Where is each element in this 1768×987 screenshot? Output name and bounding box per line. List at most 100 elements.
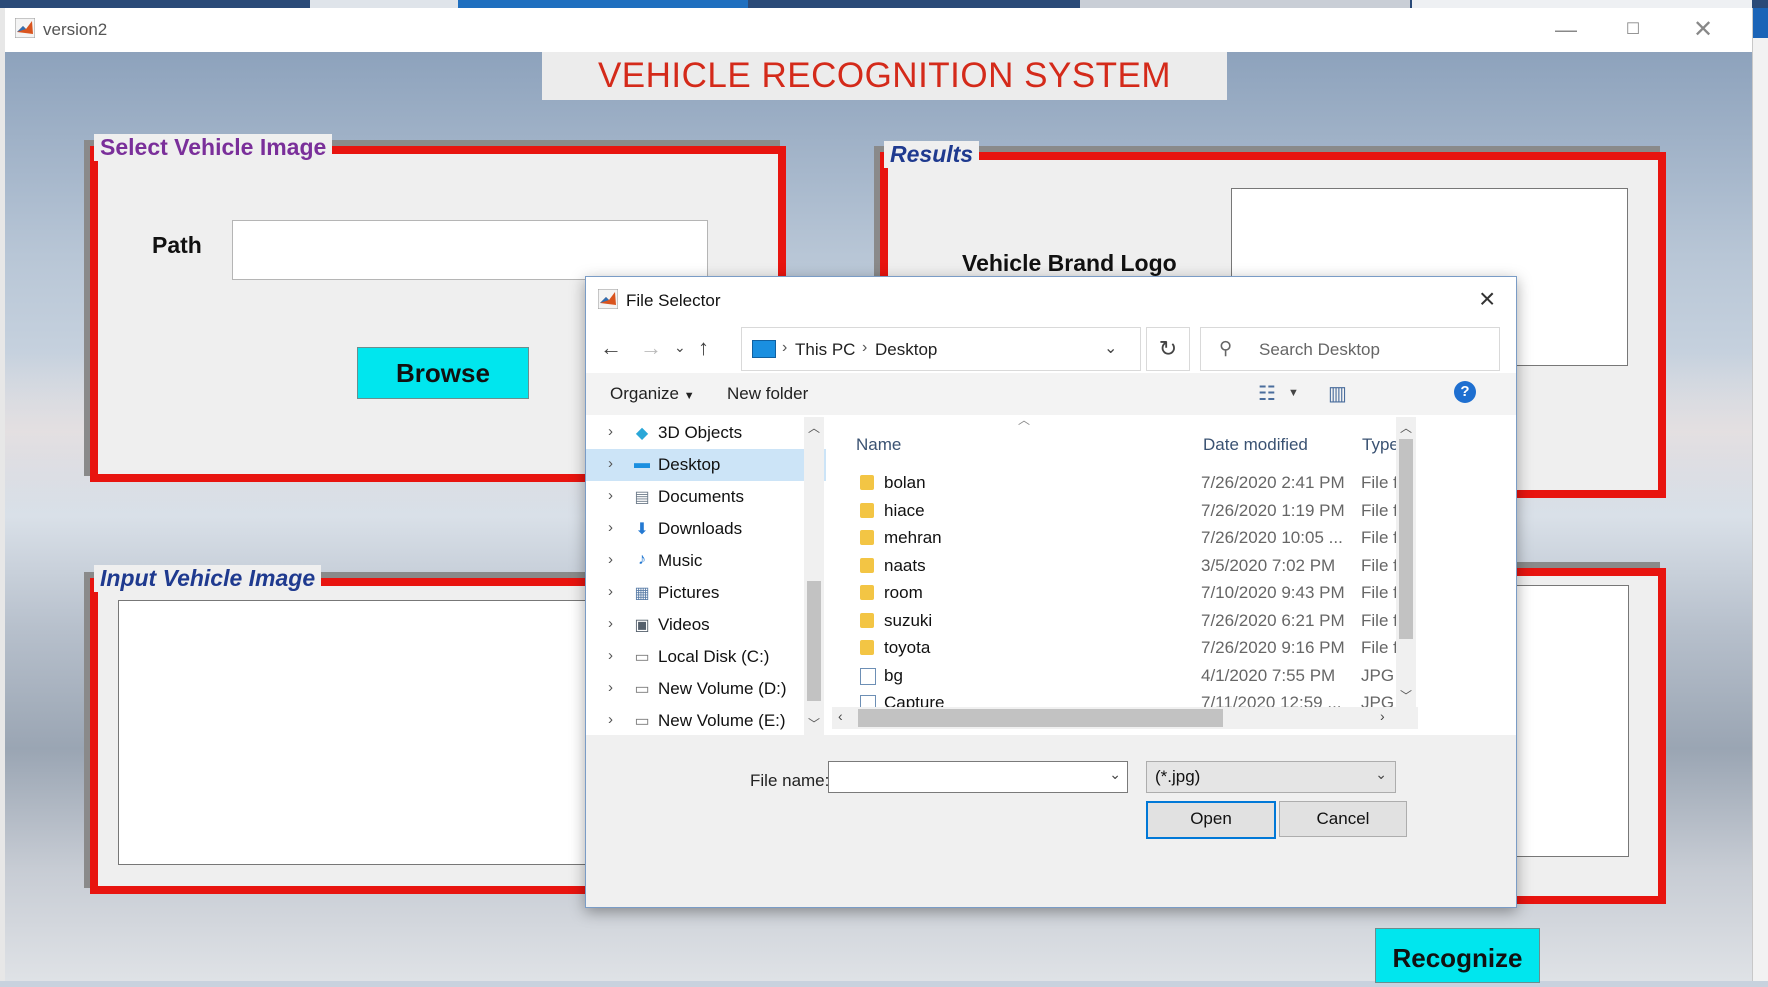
- breadcrumb-this-pc[interactable]: This PC: [795, 340, 855, 360]
- scroll-up-icon[interactable]: ︿: [1400, 419, 1412, 436]
- column-header-name[interactable]: Name: [856, 435, 901, 455]
- scrollbar-thumb[interactable]: [807, 581, 821, 701]
- scroll-down-icon[interactable]: ﹀: [1400, 687, 1412, 704]
- back-arrow-icon[interactable]: ←: [600, 335, 622, 361]
- nav-item-label: New Volume (D:): [658, 679, 787, 698]
- chevron-right-icon[interactable]: ›: [608, 551, 613, 568]
- sort-indicator-icon: ︿: [1018, 413, 1031, 427]
- chevron-right-icon[interactable]: ›: [608, 583, 613, 600]
- search-placeholder: Search Desktop: [1259, 340, 1380, 359]
- scroll-right-icon[interactable]: ›: [1380, 708, 1385, 724]
- minimize-button[interactable]: —: [1551, 16, 1581, 44]
- navigation-scrollbar[interactable]: ︿ ﹀: [804, 417, 824, 739]
- maximize-button[interactable]: ☐: [1618, 16, 1648, 44]
- file-type: File f: [1361, 583, 1398, 602]
- view-options-dropdown-icon[interactable]: ▼: [1288, 387, 1299, 399]
- chevron-right-icon[interactable]: ›: [608, 615, 613, 632]
- file-row[interactable]: bolan 7/26/2020 2:41 PM File f: [832, 469, 1418, 497]
- file-name: bg: [884, 665, 903, 685]
- chevron-right-icon[interactable]: ›: [608, 519, 613, 536]
- nav-item[interactable]: › ▭ Local Disk (C:): [586, 641, 826, 673]
- path-input[interactable]: [232, 220, 708, 280]
- dialog-title: File Selector: [626, 291, 721, 310]
- browse-button[interactable]: Browse: [357, 347, 529, 399]
- file-name: toyota: [884, 638, 931, 657]
- file-selector-dialog: File Selector × ← → ⌄ ↑ › This PC › Desk…: [585, 276, 1517, 908]
- scroll-up-icon[interactable]: ︿: [808, 419, 820, 436]
- file-row[interactable]: bg 4/1/2020 7:55 PM JPG I: [832, 662, 1418, 690]
- nav-item[interactable]: › ▬ Desktop: [586, 449, 826, 481]
- recent-locations-chevron-icon[interactable]: ⌄: [674, 339, 686, 356]
- file-list-scrollbar[interactable]: ︿ ﹀: [1396, 417, 1416, 707]
- column-header-type[interactable]: Type: [1362, 435, 1399, 455]
- nav-item-label: Desktop: [658, 455, 721, 474]
- chevron-right-icon[interactable]: ›: [608, 455, 613, 472]
- close-window-button[interactable]: ✕: [1688, 16, 1718, 44]
- chevron-right-icon[interactable]: ›: [608, 487, 613, 504]
- forward-arrow-icon[interactable]: →: [640, 335, 662, 361]
- file-name: suzuki: [884, 610, 933, 630]
- file-row[interactable]: hiace 7/26/2020 1:19 PM File f: [832, 497, 1418, 525]
- file-row[interactable]: suzuki 7/26/2020 6:21 PM File f: [832, 607, 1418, 635]
- chevron-right-icon[interactable]: ›: [608, 711, 613, 728]
- chevron-right-icon[interactable]: ›: [608, 423, 613, 440]
- view-options-icon[interactable]: ☷: [1258, 381, 1276, 406]
- scrollbar-thumb[interactable]: [1399, 439, 1413, 639]
- dialog-close-button[interactable]: ×: [1479, 283, 1495, 315]
- folder-icon: [860, 475, 874, 490]
- file-row[interactable]: naats 3/5/2020 7:02 PM File f: [832, 552, 1418, 580]
- nav-item[interactable]: › ♪ Music: [586, 545, 826, 577]
- scroll-left-icon[interactable]: ‹: [838, 708, 843, 724]
- chevron-down-icon[interactable]: ⌄: [1109, 766, 1121, 783]
- file-list-horizontal-scrollbar[interactable]: ‹ ›: [832, 707, 1418, 729]
- file-name-input[interactable]: ⌄: [828, 761, 1128, 793]
- nav-item[interactable]: › ◆ 3D Objects: [586, 417, 826, 449]
- nav-item[interactable]: › ▭ New Volume (E:): [586, 705, 826, 737]
- search-input[interactable]: ⚲ Search Desktop: [1200, 327, 1500, 371]
- file-type: File f: [1361, 638, 1398, 657]
- file-type: JPG I: [1361, 665, 1399, 685]
- chevron-right-icon[interactable]: ›: [608, 647, 613, 664]
- file-type: File f: [1361, 610, 1398, 630]
- download-icon: ⬇: [635, 521, 649, 538]
- file-type-select[interactable]: (*.jpg) ⌄: [1146, 761, 1396, 793]
- nav-item[interactable]: › ⬇ Downloads: [586, 513, 826, 545]
- drive-icon: ▭: [634, 713, 650, 730]
- file-row[interactable]: mehran 7/26/2020 10:05 ... File f: [832, 524, 1418, 552]
- nav-item[interactable]: › ▤ Documents: [586, 481, 826, 513]
- folder-icon: [860, 557, 874, 573]
- folder-icon: [860, 530, 874, 545]
- file-date-modified: 7/26/2020 6:21 PM: [1201, 610, 1345, 630]
- results-panel-title: Results: [884, 141, 980, 168]
- file-type: File f: [1361, 555, 1398, 575]
- refresh-button[interactable]: ↻: [1146, 327, 1190, 371]
- navigation-pane: › ◆ 3D Objects › ▬ Desktop › ▤ Documents › ⬇ Downlo…: [586, 417, 826, 737]
- nav-item[interactable]: › ▣ Videos: [586, 609, 826, 641]
- input-image-display: [118, 600, 590, 865]
- file-name: naats: [884, 555, 926, 575]
- chevron-right-icon[interactable]: ›: [608, 679, 613, 696]
- up-arrow-icon[interactable]: ↑: [698, 335, 709, 361]
- cancel-button[interactable]: Cancel: [1279, 801, 1407, 837]
- scrollbar-thumb[interactable]: [858, 709, 1223, 727]
- open-button[interactable]: Open: [1146, 801, 1276, 839]
- help-icon[interactable]: ?: [1454, 381, 1476, 403]
- pictures-icon: ▦: [634, 585, 650, 602]
- breadcrumb-desktop[interactable]: Desktop: [875, 340, 937, 360]
- organize-menu-button[interactable]: Organize ▼: [610, 384, 695, 404]
- select-image-panel-title: Select Vehicle Image: [94, 134, 333, 161]
- recognize-button[interactable]: Recognize: [1375, 928, 1540, 983]
- column-header-date-modified[interactable]: Date modified: [1203, 435, 1308, 455]
- new-folder-button[interactable]: New folder: [727, 384, 808, 404]
- window-title: version2: [43, 20, 108, 39]
- address-bar[interactable]: › This PC › Desktop ⌄: [741, 327, 1141, 371]
- address-dropdown-icon[interactable]: ⌄: [1104, 338, 1117, 358]
- file-row[interactable]: toyota 7/26/2020 9:16 PM File f: [832, 634, 1418, 662]
- nav-item[interactable]: › ▭ New Volume (D:): [586, 673, 826, 705]
- scroll-down-icon[interactable]: ﹀: [808, 715, 820, 732]
- preview-pane-icon[interactable]: ▥: [1328, 381, 1347, 406]
- app-heading: VEHICLE RECOGNITION SYSTEM: [542, 52, 1227, 100]
- jpg-file-icon: [860, 667, 876, 685]
- nav-item[interactable]: › ▦ Pictures: [586, 577, 826, 609]
- file-row[interactable]: room 7/10/2020 9:43 PM File f: [832, 579, 1418, 607]
